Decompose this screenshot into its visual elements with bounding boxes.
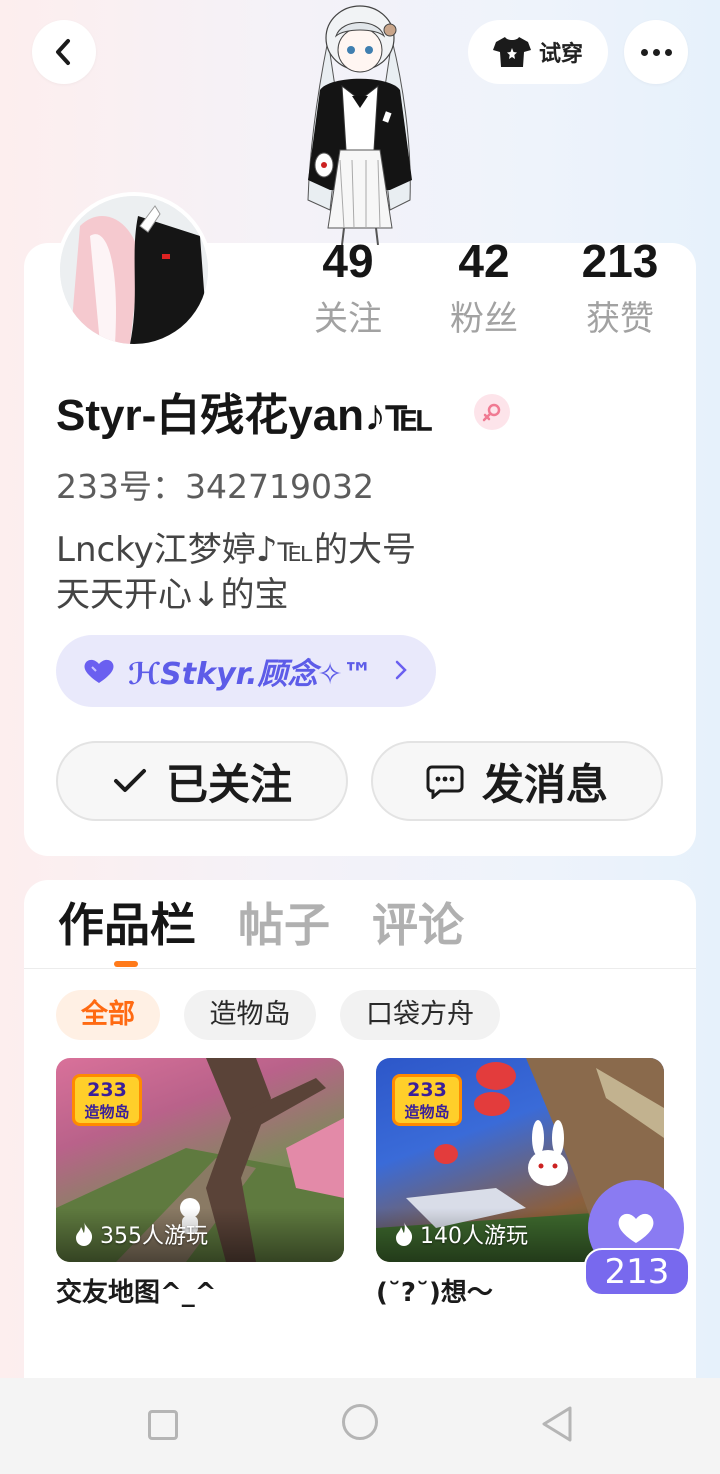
work-plays: 355人游玩 xyxy=(74,1218,208,1250)
like-count-badge: 213 xyxy=(584,1248,690,1296)
likes-label: 获赞 xyxy=(586,299,654,339)
more-dots-icon xyxy=(640,48,672,56)
group-name: ℋStkyr.顾念✧™ xyxy=(128,657,373,692)
filter-pocket-ark[interactable]: 口袋方舟 xyxy=(340,990,500,1040)
heart-icon xyxy=(618,1213,654,1243)
chevron-left-icon xyxy=(56,39,70,65)
try-on-button[interactable]: 试穿 xyxy=(468,20,608,84)
work-title[interactable]: 交友地图^_^ xyxy=(56,1272,217,1309)
fans-count: 42 xyxy=(458,235,510,287)
work-card[interactable]: 233 造物岛 355人游玩 xyxy=(56,1058,344,1262)
creation-island-logo: 233 造物岛 xyxy=(72,1074,142,1126)
stat-likes[interactable]: 213 获赞 xyxy=(565,232,675,344)
filter-creation-island[interactable]: 造物岛 xyxy=(184,990,316,1040)
chat-bubble-icon xyxy=(426,765,464,799)
tshirt-icon xyxy=(492,37,531,67)
creation-island-logo: 233 造物岛 xyxy=(392,1074,462,1126)
likes-count: 213 xyxy=(581,235,659,287)
chevron-right-icon xyxy=(395,660,407,680)
heart-icon xyxy=(84,659,114,683)
filter-all[interactable]: 全部 xyxy=(56,990,160,1040)
tab-indicator xyxy=(114,961,138,967)
work-plays: 140人游玩 xyxy=(394,1218,528,1250)
flame-icon xyxy=(396,1222,413,1246)
tab-works[interactable]: 作品栏 xyxy=(58,893,196,957)
stat-following[interactable]: 49 关注 xyxy=(293,232,403,344)
username: Styr-白残花yan♪℡ xyxy=(56,391,434,440)
following-label: 关注 xyxy=(314,299,382,339)
tab-comments[interactable]: 评论 xyxy=(372,893,464,957)
avatar[interactable] xyxy=(56,192,212,348)
try-on-label: 试穿 xyxy=(538,42,583,67)
avatar-character-image[interactable] xyxy=(280,0,440,245)
stat-fans[interactable]: 42 粉丝 xyxy=(429,232,539,344)
tab-divider xyxy=(24,968,696,969)
system-nav-bar xyxy=(0,1378,720,1474)
more-button[interactable] xyxy=(624,20,688,84)
recent-apps-button[interactable] xyxy=(148,1410,178,1440)
nav-back-icon[interactable] xyxy=(540,1404,574,1444)
check-icon xyxy=(113,769,146,792)
fans-label: 粉丝 xyxy=(450,299,518,339)
home-button[interactable] xyxy=(342,1404,378,1440)
tab-posts[interactable]: 帖子 xyxy=(238,893,330,957)
female-icon xyxy=(474,394,510,430)
avatar-image xyxy=(60,196,208,344)
work-title[interactable]: (˘?˘)想〜 xyxy=(376,1272,493,1309)
user-id: 233号：342719032 xyxy=(56,467,374,506)
followed-button[interactable]: 已关注 xyxy=(56,741,348,821)
send-message-button[interactable]: 发消息 xyxy=(371,741,663,821)
following-count: 49 xyxy=(322,235,374,287)
flame-icon xyxy=(76,1222,93,1246)
back-button[interactable] xyxy=(32,20,96,84)
send-message-label: 发消息 xyxy=(481,759,608,809)
group-badge[interactable]: ℋStkyr.顾念✧™ xyxy=(56,635,436,707)
bio: Lncky江梦婷♪℡的大号 天天开心↓的宝 xyxy=(56,530,417,615)
followed-label: 已关注 xyxy=(165,759,292,809)
